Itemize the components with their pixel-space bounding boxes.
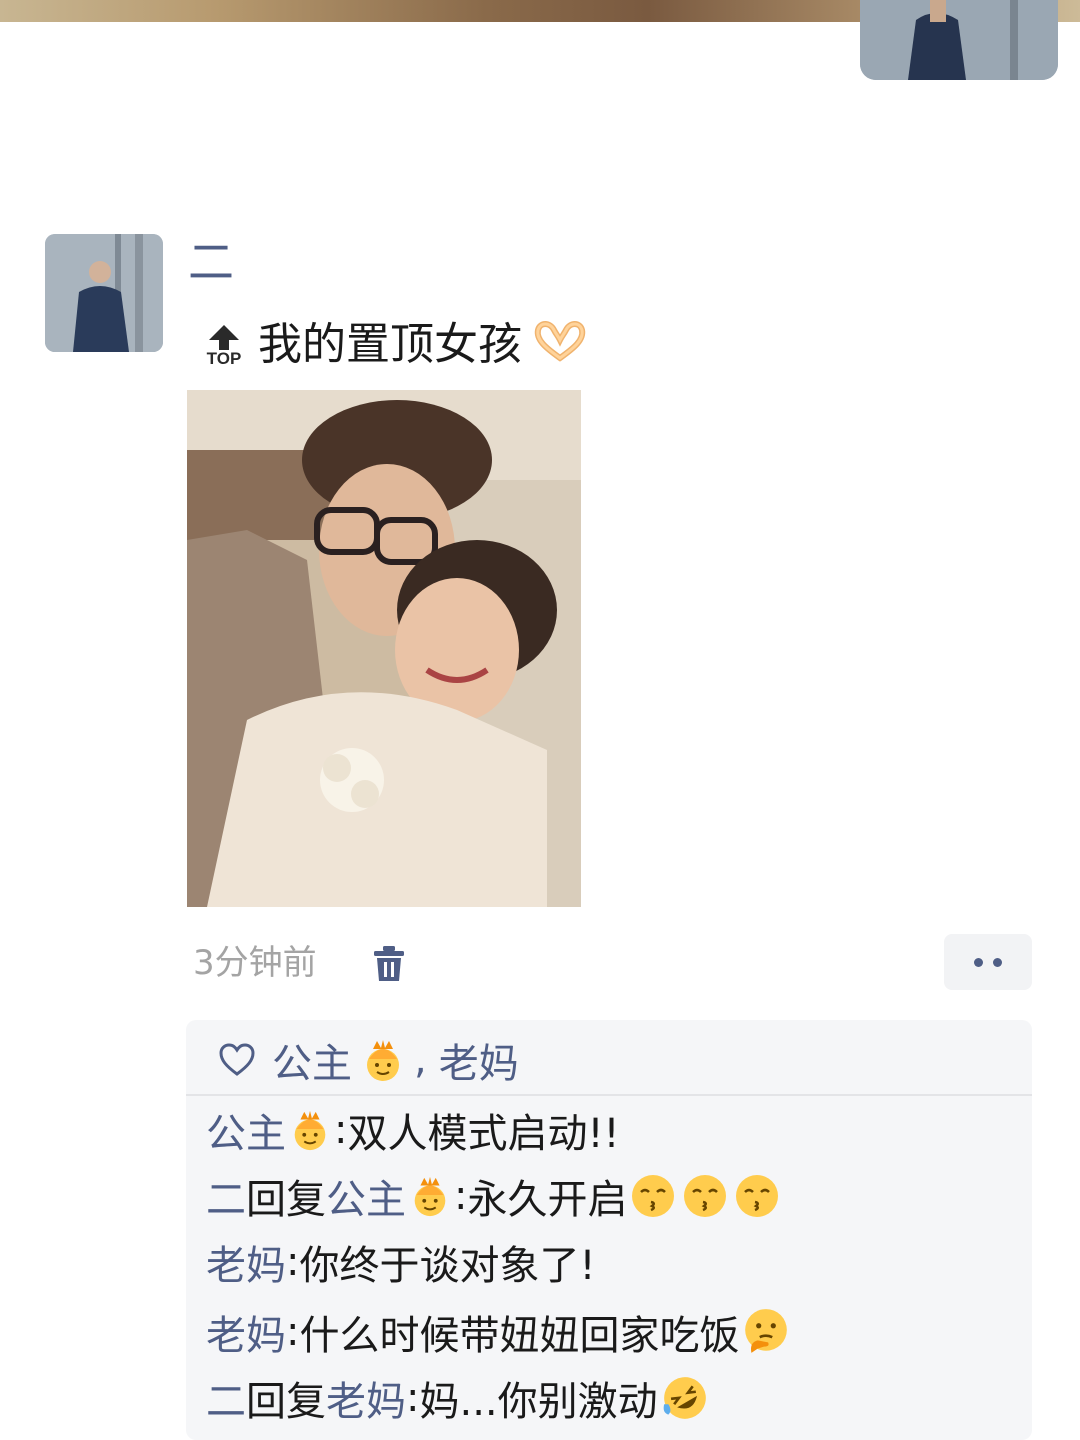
comment-author[interactable]: 二 (206, 1167, 246, 1225)
like-name[interactable]: 老妈 (439, 1031, 519, 1089)
comment-item[interactable]: 二 回复 公主 : 永久开启 (206, 1166, 783, 1226)
comment-item[interactable]: 二 回复 老妈 : 妈...你别激动 (206, 1368, 712, 1428)
comment-author[interactable]: 老妈 (206, 1233, 286, 1291)
comment-item[interactable]: 公主 : 双人模式启动!! (206, 1100, 620, 1160)
comment-text: 你终于谈对象了! (299, 1243, 596, 1289)
thinking-face-emoji (745, 1309, 788, 1353)
comment-author[interactable]: 老妈 (206, 1303, 286, 1361)
poster-avatar-figure (45, 234, 163, 352)
comment-author[interactable]: 公主 (206, 1101, 286, 1159)
likes-row: 公主 , 老妈 (218, 1030, 519, 1090)
comment-item[interactable]: 老妈 : 你终于谈对象了! (206, 1232, 596, 1292)
top-badge-label: TOP (206, 349, 242, 368)
reply-word: 回复 (246, 1379, 326, 1425)
kissing-face-emoji (632, 1175, 675, 1217)
post-photo[interactable] (187, 390, 581, 907)
heart-hands-emoji (534, 321, 586, 362)
like-separator: , (414, 1037, 427, 1083)
princess-crown-emoji (414, 1176, 446, 1217)
poster-name[interactable]: 二 (188, 232, 234, 292)
heart-icon (219, 1043, 255, 1076)
reply-word: 回复 (246, 1177, 326, 1223)
rolling-laughing-emoji (663, 1377, 706, 1419)
comment-separator: : (454, 1173, 468, 1219)
comment-separator: : (286, 1309, 300, 1355)
comment-text: 永久开启 (467, 1177, 628, 1223)
panel-divider (186, 1094, 1032, 1096)
comment-separator: : (286, 1239, 300, 1285)
comment-text: 双人模式启动!! (347, 1111, 620, 1157)
more-dot-icon (974, 957, 983, 967)
like-name[interactable]: 公主 (272, 1031, 352, 1089)
couple-photo-illustration (187, 390, 581, 907)
post-timestamp: 3分钟前 (193, 943, 317, 983)
top-arrow-icon: TOP (202, 312, 246, 368)
post-caption: TOP 我的置顶女孩 (202, 305, 588, 375)
princess-crown-emoji (294, 1110, 326, 1151)
comment-separator: : (334, 1107, 348, 1153)
kissing-face-emoji (684, 1175, 727, 1217)
reply-target[interactable]: 老妈 (326, 1369, 406, 1427)
comment-text: 什么时候带妞妞回家吃饭 (299, 1313, 740, 1359)
comment-item[interactable]: 老妈 : 什么时候带妞妞回家吃饭 (206, 1302, 793, 1362)
more-dots-button[interactable] (944, 934, 1032, 990)
princess-crown-emoji (367, 1040, 399, 1081)
avatar-figure (860, 0, 1058, 80)
kissing-face-emoji (736, 1175, 779, 1217)
caption-text: 我的置顶女孩 (258, 319, 522, 370)
comment-author[interactable]: 二 (206, 1369, 246, 1427)
more-dot-icon (993, 957, 1002, 967)
comment-text: 妈...你别激动 (419, 1379, 658, 1425)
comment-separator: : (406, 1375, 420, 1421)
trash-icon[interactable] (372, 945, 406, 983)
reply-target[interactable]: 公主 (326, 1167, 406, 1225)
poster-avatar[interactable] (45, 234, 163, 352)
profile-avatar[interactable] (860, 0, 1058, 80)
